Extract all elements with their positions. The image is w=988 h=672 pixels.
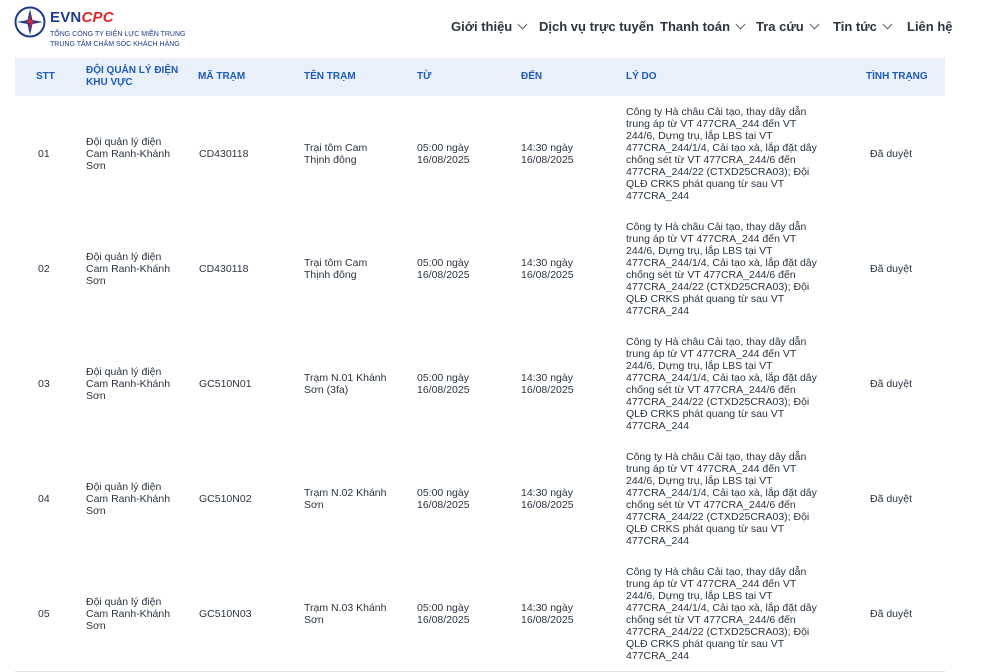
chevron-down-icon bbox=[809, 19, 820, 30]
brand-name: EVNCPC bbox=[50, 9, 114, 26]
table-row: 03 Đội quản lý điện Cam Ranh-Khánh Sơn GC5… bbox=[15, 326, 945, 442]
chevron-down-icon bbox=[517, 19, 528, 30]
col-stt: STT bbox=[36, 71, 55, 82]
cell-stt: 01 bbox=[38, 147, 50, 160]
cell-stt: 05 bbox=[38, 607, 50, 620]
cell-ly-do: Công ty Hà châu Cải tạo, thay dây dẫn tr… bbox=[626, 565, 817, 662]
cell-tu: 05:00 ngày 16/08/2025 bbox=[417, 371, 470, 396]
nav-gioi-thieu[interactable]: Giới thiệu bbox=[451, 19, 528, 37]
cell-tu: 05:00 ngày 16/08/2025 bbox=[417, 141, 470, 166]
cell-ly-do: Công ty Hà châu Cải tạo, thay dây dẫn tr… bbox=[626, 335, 817, 432]
cell-ma-tram: GC510N01 bbox=[199, 377, 252, 390]
table-row: 02 Đội quản lý điện Cam Ranh-Khánh Sơn CD4… bbox=[15, 211, 945, 327]
nav-dich-vu-truc-tuyen[interactable]: Dịch vụ trực tuyến bbox=[539, 19, 654, 37]
table-row: 05 Đội quản lý điện Cam Ranh-Khánh Sơn GC5… bbox=[15, 556, 945, 672]
cell-den: 14:30 ngày 16/08/2025 bbox=[521, 256, 574, 281]
cell-stt: 04 bbox=[38, 492, 50, 505]
nav-label: Tra cứu bbox=[756, 19, 804, 34]
brand-cpc: CPC bbox=[81, 9, 114, 26]
col-den: ĐẾN bbox=[521, 71, 543, 82]
cell-tinh-trang: Đã duyệt bbox=[869, 377, 913, 390]
brand-subtitle-1: TỔNG CÔNG TY ĐIỆN LỰC MIỀN TRUNG bbox=[50, 31, 186, 38]
cell-den: 14:30 ngày 16/08/2025 bbox=[521, 486, 574, 511]
nav-thanh-toan[interactable]: Thanh toán bbox=[660, 19, 746, 37]
cell-ma-tram: GC510N02 bbox=[199, 492, 252, 505]
cell-ma-tram: CD430118 bbox=[199, 262, 249, 275]
nav-label: Liên hệ bbox=[907, 19, 953, 34]
cell-ly-do: Công ty Hà châu Cải tạo, thay dây dẫn tr… bbox=[626, 450, 817, 547]
brand-evn: EVN bbox=[50, 9, 82, 26]
col-tu: TỪ bbox=[417, 71, 432, 82]
cell-tinh-trang: Đã duyệt bbox=[869, 492, 913, 505]
cell-tu: 05:00 ngày 16/08/2025 bbox=[417, 601, 470, 626]
cell-stt: 02 bbox=[38, 262, 50, 275]
col-tinh-trang: TÌNH TRẠNG bbox=[866, 71, 928, 82]
nav-tin-tuc[interactable]: Tin tức bbox=[833, 19, 893, 37]
cell-doi-quan-ly: Đội quản lý điện Cam Ranh-Khánh Sơn bbox=[86, 480, 171, 517]
cell-den: 14:30 ngày 16/08/2025 bbox=[521, 371, 574, 396]
table-row: 04 Đội quản lý điện Cam Ranh-Khánh Sơn GC5… bbox=[15, 441, 945, 557]
nav-label: Tin tức bbox=[833, 19, 877, 34]
nav-label: Dịch vụ trực tuyến bbox=[539, 19, 654, 34]
cell-ten-tram: Trạm N.03 Khánh Sơn bbox=[304, 601, 387, 626]
nav-lien-he[interactable]: Liên hệ bbox=[907, 19, 953, 37]
col-doi-quan-ly: ĐỘI QUẢN LÝ ĐIỆN KHU VỰC bbox=[86, 65, 179, 88]
evncpc-logo[interactable]: EVNCPC TỔNG CÔNG TY ĐIỆN LỰC MIỀN TRUNG … bbox=[14, 6, 214, 54]
cell-den: 14:30 ngày 16/08/2025 bbox=[521, 141, 574, 166]
cell-doi-quan-ly: Đội quản lý điện Cam Ranh-Khánh Sơn bbox=[86, 595, 171, 632]
chevron-down-icon bbox=[882, 19, 893, 30]
brand-subtitle-2: TRUNG TÂM CHĂM SÓC KHÁCH HÀNG bbox=[50, 41, 180, 48]
site-header: EVNCPC TỔNG CÔNG TY ĐIỆN LỰC MIỀN TRUNG … bbox=[0, 0, 988, 58]
cell-tinh-trang: Đã duyệt bbox=[869, 147, 913, 160]
nav-tra-cuu[interactable]: Tra cứu bbox=[756, 19, 820, 37]
cell-doi-quan-ly: Đội quản lý điện Cam Ranh-Khánh Sơn bbox=[86, 135, 171, 172]
nav-label: Giới thiệu bbox=[451, 19, 513, 34]
cell-ma-tram: CD430118 bbox=[199, 147, 249, 160]
chevron-down-icon bbox=[735, 19, 746, 30]
cell-doi-quan-ly: Đội quản lý điện Cam Ranh-Khánh Sơn bbox=[86, 250, 171, 287]
col-ly-do: LÝ DO bbox=[626, 71, 657, 82]
cell-tinh-trang: Đã duyệt bbox=[869, 262, 913, 275]
cell-tu: 05:00 ngày 16/08/2025 bbox=[417, 256, 470, 281]
cell-tinh-trang: Đã duyệt bbox=[869, 607, 913, 620]
cell-ten-tram: Trạm N.02 Khánh Sơn bbox=[304, 486, 387, 511]
table-header: STT ĐỘI QUẢN LÝ ĐIỆN KHU VỰC MÃ TRẠM TÊN… bbox=[15, 58, 945, 96]
col-ten-tram: TÊN TRẠM bbox=[304, 71, 356, 82]
cell-ma-tram: GC510N03 bbox=[199, 607, 252, 620]
cell-ly-do: Công ty Hà châu Cải tạo, thay dây dẫn tr… bbox=[626, 105, 817, 202]
cell-ten-tram: Trại tôm Cam Thịnh đông bbox=[304, 141, 368, 166]
cell-ten-tram: Trạm N.01 Khánh Sơn (3fa) bbox=[304, 371, 387, 396]
cell-doi-quan-ly: Đội quản lý điện Cam Ranh-Khánh Sơn bbox=[86, 365, 171, 402]
cell-ten-tram: Trại tôm Cam Thịnh đông bbox=[304, 256, 368, 281]
cell-ly-do: Công ty Hà châu Cải tạo, thay dây dẫn tr… bbox=[626, 220, 817, 317]
cell-tu: 05:00 ngày 16/08/2025 bbox=[417, 486, 470, 511]
nav-label: Thanh toán bbox=[660, 19, 731, 34]
col-ma-tram: MÃ TRẠM bbox=[198, 71, 246, 82]
table-row: 01 Đội quản lý điện Cam Ranh-Khánh Sơn CD4… bbox=[15, 96, 945, 212]
cell-den: 14:30 ngày 16/08/2025 bbox=[521, 601, 574, 626]
evn-logo-icon bbox=[14, 6, 46, 38]
cell-stt: 03 bbox=[38, 377, 50, 390]
